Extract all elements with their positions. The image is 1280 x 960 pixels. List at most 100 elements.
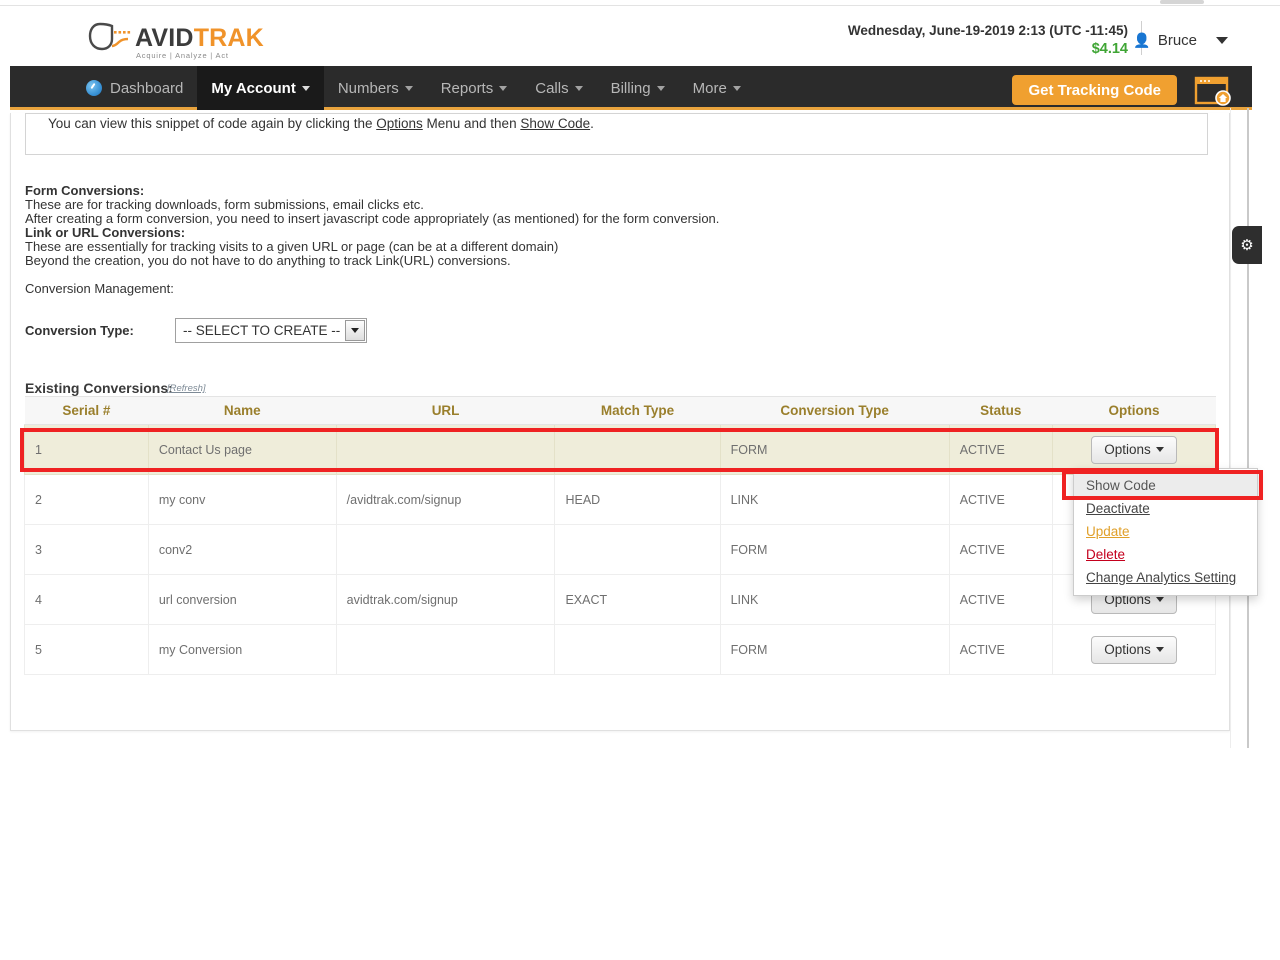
- logo-word-avid: AVID: [135, 24, 194, 52]
- caret-down-icon: [404, 85, 413, 91]
- menu-item-show-code[interactable]: Show Code: [1074, 474, 1257, 497]
- logo-tagline: Acquire | Analyze | Act: [136, 51, 229, 60]
- caret-down-icon: [656, 85, 665, 91]
- snippet-options-link[interactable]: Options: [376, 116, 423, 131]
- cell-serial: 5: [24, 624, 149, 675]
- snippet-text-mid: Menu and then: [422, 116, 521, 131]
- cell-name: my conv: [147, 474, 337, 525]
- cell-serial: 4: [24, 574, 149, 625]
- status-badge: ACTIVE: [948, 524, 1053, 575]
- page-root: AVIDTRAK Acquire | Analyze | Act Wednesd…: [0, 0, 1280, 960]
- conversion-type-select[interactable]: -- SELECT TO CREATE --: [175, 318, 367, 343]
- nav-item-reports-label: Reports: [440, 79, 494, 97]
- nav-item-numbers-label: Numbers: [337, 79, 399, 97]
- nav-item-calls[interactable]: Calls: [521, 66, 596, 110]
- status-badge: ACTIVE: [948, 424, 1053, 475]
- cell-serial: 2: [24, 474, 149, 525]
- table-row[interactable]: 5 my Conversion FORM ACTIVE Options: [24, 624, 1217, 675]
- cell-ctype: LINK: [719, 474, 950, 525]
- conversions-table-head: Serial # Name URL Match Type Conversion …: [24, 396, 1216, 425]
- cell-ctype: FORM: [719, 524, 950, 575]
- menu-item-change-analytics-setting[interactable]: Change Analytics Setting: [1074, 566, 1257, 589]
- column-header-ctype: Conversion Type: [720, 396, 950, 425]
- options-button[interactable]: Options: [1091, 635, 1177, 664]
- options-button[interactable]: Options: [1091, 435, 1177, 464]
- get-tracking-code-button[interactable]: Get Tracking Code: [1012, 75, 1177, 105]
- caret-down-icon: [1155, 597, 1164, 602]
- table-row[interactable]: 3 conv2 FORM ACTIVE: [24, 524, 1217, 575]
- snippet-info-box: You can view this snippet of code again …: [25, 113, 1208, 155]
- conversion-type-selected-value: -- SELECT TO CREATE --: [183, 323, 341, 338]
- site-header: AVIDTRAK Acquire | Analyze | Act Wednesd…: [0, 6, 1280, 66]
- existing-conversions-label: Existing Conversions:: [25, 380, 173, 396]
- cell-match: [554, 424, 721, 475]
- caret-down-icon: [1155, 447, 1164, 452]
- popup-window-home-icon[interactable]: [1192, 74, 1234, 106]
- conversions-table-body: 1 Contact Us page FORM ACTIVE Options 2 …: [24, 424, 1217, 675]
- column-header-name: Name: [148, 396, 337, 425]
- settings-side-tab[interactable]: ⚙: [1232, 226, 1262, 264]
- user-menu[interactable]: 👤 Bruce: [1133, 32, 1228, 49]
- avidtrak-a-mark-icon: [88, 22, 131, 51]
- nav-item-dashboard-label: Dashboard: [110, 79, 184, 97]
- right-rail-divider: [1247, 108, 1249, 748]
- avidtrak-logo[interactable]: AVIDTRAK Acquire | Analyze | Act: [88, 18, 264, 62]
- conversion-type-label: Conversion Type:: [25, 323, 134, 338]
- caret-down-icon: [1155, 647, 1164, 652]
- browser-tab-stub: [1160, 0, 1204, 4]
- gear-icon: ⚙: [1240, 236, 1254, 254]
- snippet-text-end: .: [590, 116, 594, 131]
- cell-options: Options: [1051, 424, 1217, 475]
- header-datetime: Wednesday, June-19-2019 2:13 (UTC -11:45…: [847, 23, 1128, 38]
- snippet-show-code-link[interactable]: Show Code: [520, 116, 590, 131]
- status-badge: ACTIVE: [948, 474, 1053, 525]
- caret-down-icon: [499, 85, 508, 91]
- column-header-status: Status: [949, 396, 1053, 425]
- column-header-url: URL: [336, 396, 555, 425]
- column-header-options: Options: [1052, 396, 1216, 425]
- nav-item-my-account-label: My Account: [211, 79, 296, 97]
- cell-name: url conversion: [147, 574, 337, 625]
- nav-item-my-account[interactable]: My Account: [197, 66, 324, 110]
- cell-name: Contact Us page: [147, 424, 337, 475]
- column-header-serial: Serial #: [24, 396, 149, 425]
- table-row[interactable]: 1 Contact Us page FORM ACTIVE Options: [24, 424, 1217, 475]
- cell-url: avidtrak.com/signup: [335, 574, 556, 625]
- nav-item-more[interactable]: More: [679, 66, 755, 110]
- options-button-label: Options: [1104, 442, 1151, 457]
- nav-item-more-label: More: [692, 79, 727, 97]
- cell-serial: 3: [24, 524, 149, 575]
- table-row[interactable]: 2 my conv /avidtrak.com/signup HEAD LINK…: [24, 474, 1217, 525]
- cell-url: [335, 524, 556, 575]
- options-button-label: Options: [1104, 642, 1151, 657]
- options-dropdown-menu: Show Code Deactivate Update Delete Chang…: [1073, 468, 1258, 596]
- nav-item-numbers[interactable]: Numbers: [324, 66, 427, 110]
- nav-item-reports[interactable]: Reports: [427, 66, 522, 110]
- table-header-row: Serial # Name URL Match Type Conversion …: [24, 396, 1216, 425]
- caret-down-icon: [574, 85, 583, 91]
- menu-item-delete[interactable]: Delete: [1074, 543, 1257, 566]
- conversions-table: Serial # Name URL Match Type Conversion …: [24, 396, 1217, 675]
- menu-item-deactivate[interactable]: Deactivate: [1074, 497, 1257, 520]
- nav-item-calls-label: Calls: [535, 79, 569, 97]
- user-menu-label: Bruce: [1157, 32, 1197, 49]
- caret-down-icon: [1216, 37, 1228, 44]
- header-balance: $4.14: [1091, 41, 1128, 57]
- cell-match: [554, 524, 721, 575]
- nav-item-list: Dashboard My Account Numbers Reports Cal…: [72, 66, 755, 110]
- cell-match: EXACT: [554, 574, 721, 625]
- column-header-match: Match Type: [554, 396, 721, 425]
- menu-item-update[interactable]: Update: [1074, 520, 1257, 543]
- snippet-info-text: You can view this snippet of code again …: [48, 116, 594, 131]
- nav-item-dashboard[interactable]: Dashboard: [72, 66, 197, 110]
- cell-url: [335, 424, 556, 475]
- refresh-link[interactable]: [Refresh]: [167, 383, 206, 394]
- nav-item-billing[interactable]: Billing: [597, 66, 679, 110]
- table-row[interactable]: 4 url conversion avidtrak.com/signup EXA…: [24, 574, 1217, 625]
- cell-url: [335, 624, 556, 675]
- content-panel: You can view this snippet of code again …: [10, 113, 1230, 731]
- status-badge: ACTIVE: [948, 624, 1053, 675]
- caret-down-icon: [301, 85, 310, 91]
- dashboard-gauge-icon: [86, 80, 102, 96]
- main-navbar: Dashboard My Account Numbers Reports Cal…: [10, 66, 1252, 110]
